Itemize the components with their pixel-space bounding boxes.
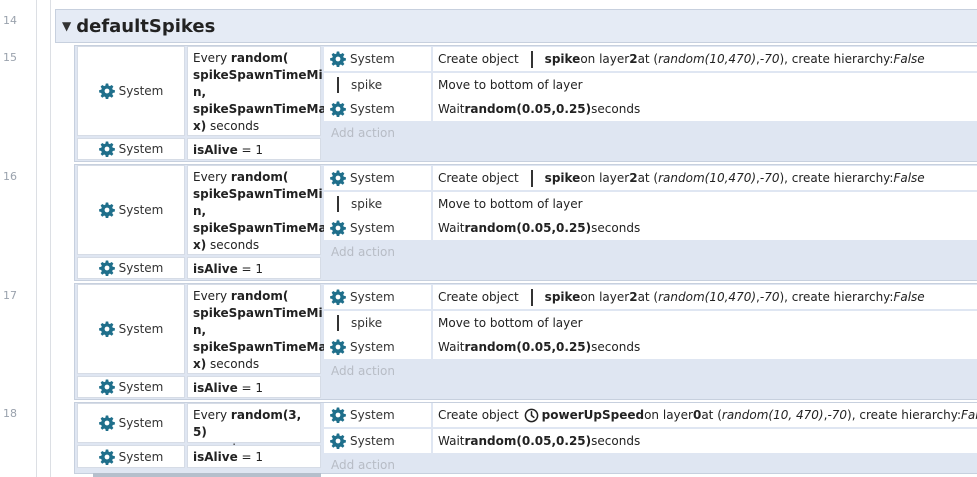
condition-compare-variable[interactable]: isAlive = 1 <box>187 445 321 468</box>
action-wait[interactable]: System Wait random(0.05,0.25) seconds <box>324 429 977 453</box>
event-block[interactable]: System Every random( spikeSpawnTimeMi n,… <box>74 45 977 162</box>
action-create-object[interactable]: System Create object spike on layer 2 at … <box>324 285 977 309</box>
condition-compare-variable[interactable]: isAlive = 1 <box>187 138 321 160</box>
condition-object[interactable]: System <box>77 165 185 255</box>
gear-icon <box>330 101 346 117</box>
clock-icon <box>524 408 539 423</box>
group-name: defaultSpikes <box>76 15 216 37</box>
group-header[interactable]: ▼ defaultSpikes <box>55 9 977 43</box>
sprite-icon <box>337 315 339 331</box>
add-action-link[interactable]: Add action <box>331 364 395 378</box>
event-block[interactable]: System Every random( spikeSpawnTimeMi n,… <box>74 283 977 400</box>
action-move-to-bottom[interactable]: spike Move to bottom of layer <box>324 311 977 335</box>
event-block[interactable]: System Every random(3, 5) seconds System… <box>74 402 977 474</box>
condition-compare-variable[interactable]: isAlive = 1 <box>187 257 321 279</box>
condition-object[interactable]: System <box>77 403 185 443</box>
condition-every[interactable]: Every random( spikeSpawnTimeMi n, spikeS… <box>187 284 327 374</box>
gear-icon <box>330 289 346 305</box>
condition-object[interactable]: System <box>77 445 185 468</box>
condition-object[interactable]: System <box>77 257 185 279</box>
add-action-link[interactable]: Add action <box>331 458 395 472</box>
gear-icon <box>98 449 115 465</box>
gear-icon <box>330 220 346 236</box>
condition-every[interactable]: Every random( spikeSpawnTimeMi n, spikeS… <box>187 165 327 255</box>
gutter-divider <box>36 0 37 477</box>
action-create-object[interactable]: System Create object spike on layer 2 at … <box>324 166 977 190</box>
sprite-icon <box>530 50 533 68</box>
gear-icon <box>330 51 346 67</box>
condition-object[interactable]: System <box>77 46 185 136</box>
sprite-icon <box>337 77 339 93</box>
gear-icon <box>98 202 115 218</box>
scroll-indicator[interactable] <box>93 473 321 477</box>
gear-icon <box>330 433 346 449</box>
action-create-object[interactable]: System Create object powerUpSpeed on laye… <box>324 403 977 427</box>
line-number: 18 <box>3 407 17 420</box>
gear-icon <box>330 170 346 186</box>
action-move-to-bottom[interactable]: spike Move to bottom of layer <box>324 192 977 216</box>
gear-icon <box>98 83 115 99</box>
action-create-object[interactable]: System Create object spike on layer 2 at … <box>324 47 977 71</box>
add-action-link[interactable]: Add action <box>331 126 395 140</box>
gear-icon <box>98 321 115 337</box>
gear-icon <box>98 415 115 431</box>
line-number: 16 <box>3 170 17 183</box>
gutter-divider <box>50 0 51 477</box>
condition-every[interactable]: Every random( spikeSpawnTimeMi n, spikeS… <box>187 46 327 136</box>
line-number: 17 <box>3 289 17 302</box>
condition-compare-variable[interactable]: isAlive = 1 <box>187 376 321 398</box>
sprite-icon <box>530 288 533 306</box>
gear-icon <box>98 141 115 157</box>
gear-icon <box>330 339 346 355</box>
action-wait[interactable]: System Wait random(0.05,0.25) seconds <box>324 335 977 359</box>
gear-icon <box>98 260 115 276</box>
sprite-icon <box>337 196 339 212</box>
event-block[interactable]: System Every random( spikeSpawnTimeMi n,… <box>74 164 977 281</box>
line-number: 15 <box>3 51 17 64</box>
condition-object[interactable]: System <box>77 284 185 374</box>
gear-icon <box>98 379 115 395</box>
condition-object[interactable]: System <box>77 376 185 398</box>
condition-object[interactable]: System <box>77 138 185 160</box>
action-move-to-bottom[interactable]: spike Move to bottom of layer <box>324 73 977 97</box>
sprite-icon <box>530 169 533 187</box>
condition-every[interactable]: Every random(3, 5) seconds <box>187 403 321 456</box>
action-wait[interactable]: System Wait random(0.05,0.25) seconds <box>324 216 977 240</box>
line-number: 14 <box>3 14 17 27</box>
add-action-link[interactable]: Add action <box>331 245 395 259</box>
gear-icon <box>330 407 346 423</box>
action-wait[interactable]: System Wait random(0.05,0.25) seconds <box>324 97 977 121</box>
triangle-down-icon[interactable]: ▼ <box>62 19 71 33</box>
